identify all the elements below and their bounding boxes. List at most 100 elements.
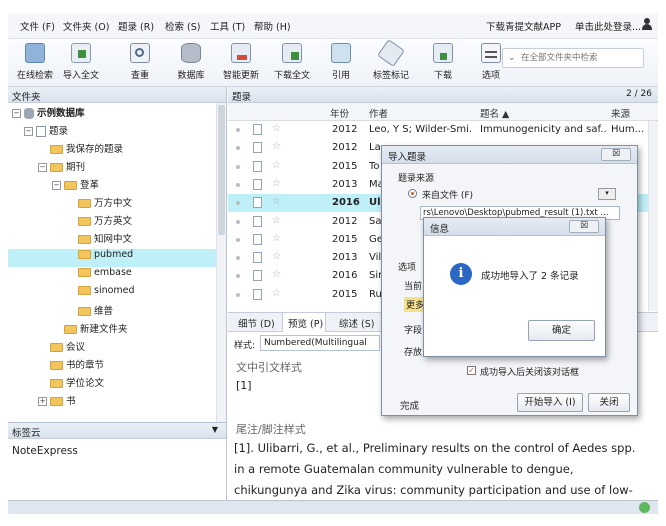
user-icon[interactable] <box>642 18 652 30</box>
table-row[interactable]: ☆ 2012 Leo, Y S; Wilder-Smi... Immunogenici… <box>228 121 648 139</box>
star-icon[interactable]: ☆ <box>272 233 281 244</box>
collapse-icon[interactable]: − <box>24 127 33 136</box>
tree-item-cnki[interactable]: 知网中文 <box>78 231 132 249</box>
tag-icon <box>377 39 405 67</box>
folder-icon <box>78 199 91 208</box>
info-icon: i <box>450 263 472 285</box>
tab-details[interactable]: 细节 (D) <box>238 316 275 330</box>
tree-item-saved-records[interactable]: 我保存的题录 <box>50 141 123 159</box>
start-import-button[interactable]: 开始导入 (I) <box>517 393 583 412</box>
dedupe-button[interactable]: 查重 <box>119 43 161 81</box>
column-title[interactable]: 题名 ▲ <box>480 106 509 120</box>
star-icon[interactable]: ☆ <box>272 251 281 262</box>
document-icon <box>253 288 262 300</box>
tree-item-new-folder[interactable]: 新建文件夹 <box>64 321 128 339</box>
tree-item-wanfang-cn[interactable]: 万方中文 <box>78 195 132 213</box>
from-file-radio[interactable] <box>408 189 417 198</box>
ok-button[interactable]: 确定 <box>528 320 595 341</box>
download-fulltext-button[interactable]: 下载全文 <box>271 43 313 81</box>
tree-item-thesis[interactable]: 学位论文 <box>50 375 104 393</box>
document-icon <box>253 197 262 209</box>
menu-tools[interactable]: 工具 (T) <box>210 19 245 33</box>
download-app-link[interactable]: 下载青提文献APP <box>486 19 561 33</box>
current-label: 当前 <box>404 282 423 292</box>
folder-icon <box>50 379 63 388</box>
tab-preview[interactable]: 预览 (P) <box>288 316 323 330</box>
import-dialog-title: 导入题录 ☒ <box>382 146 637 164</box>
style-select[interactable]: Numbered(Multilingual <box>260 335 380 351</box>
tree-item-vip[interactable]: 维普 <box>78 303 113 321</box>
cite-icon <box>331 43 351 63</box>
column-year[interactable]: 年份 <box>330 106 349 120</box>
unread-dot-icon <box>236 219 240 224</box>
tree-item-pubmed[interactable]: pubmed <box>78 249 133 267</box>
star-icon[interactable]: ☆ <box>272 178 281 189</box>
close-after-import-checkbox[interactable]: ✓ <box>467 366 476 375</box>
star-icon[interactable]: ☆ <box>272 123 281 134</box>
folder-icon <box>78 217 91 226</box>
tag-mark-button[interactable]: 标签标记 <box>370 39 412 81</box>
collapse-icon[interactable]: − <box>38 163 47 172</box>
expand-icon[interactable]: + <box>38 397 47 406</box>
style-label: 样式: <box>234 341 256 351</box>
tab-review[interactable]: 综述 (S) <box>339 316 374 330</box>
row-year: 2013 <box>332 178 358 190</box>
star-icon[interactable]: ☆ <box>272 215 281 226</box>
column-author[interactable]: 作者 <box>369 106 388 120</box>
menu-file[interactable]: 文件 (F) <box>20 19 55 33</box>
tree-item-database[interactable]: − 示例数据库 <box>12 105 85 123</box>
close-icon[interactable]: ☒ <box>569 220 599 233</box>
folder-scrollbar[interactable] <box>216 103 226 422</box>
search-input[interactable] <box>521 50 641 66</box>
star-icon[interactable]: ☆ <box>272 288 281 299</box>
scroll-thumb[interactable] <box>218 105 225 235</box>
document-icon <box>253 160 262 172</box>
folder-icon <box>50 397 63 406</box>
chevron-down-icon[interactable]: ⌄ <box>508 53 516 63</box>
tree-item-book[interactable]: + 书 <box>38 393 76 411</box>
column-source[interactable]: 来源 <box>611 106 630 120</box>
close-after-import-label: 成功导入后关闭该对话框 <box>480 368 580 378</box>
records-scrollbar[interactable] <box>648 121 658 311</box>
intext-style-heading: 文中引文样式 <box>236 361 302 374</box>
search-box[interactable]: ⌄ <box>502 48 644 68</box>
tag-cloud-item[interactable]: NoteExpress <box>8 439 226 463</box>
star-icon[interactable]: ☆ <box>272 196 281 207</box>
document-icon <box>253 215 262 227</box>
online-search-button[interactable]: 在线检索 <box>14 43 56 81</box>
document-icon <box>253 270 262 282</box>
collapse-icon[interactable]: − <box>52 181 61 190</box>
smart-update-button[interactable]: 智能更新 <box>220 43 262 81</box>
database-button[interactable]: 数据库 <box>170 43 212 81</box>
dropdown-arrow-icon[interactable]: ▼ <box>212 425 218 434</box>
menu-help[interactable]: 帮助 (H) <box>254 19 291 33</box>
close-icon[interactable]: ☒ <box>601 148 631 161</box>
menu-search[interactable]: 检索 (S) <box>165 19 200 33</box>
tree-item-conference[interactable]: 会议 <box>50 339 85 357</box>
browse-file-button[interactable]: ▾ <box>598 188 616 200</box>
tree-item-sinomed[interactable]: sinomed <box>78 285 135 303</box>
tree-item-dengue[interactable]: − 登革 <box>52 177 99 195</box>
row-year: 2016 <box>332 197 360 209</box>
import-fulltext-button[interactable]: 导入全文 <box>60 43 102 81</box>
menu-record[interactable]: 题录 (R) <box>118 19 154 33</box>
magnifier-icon <box>130 43 150 63</box>
tree-item-journal[interactable]: − 期刊 <box>38 159 85 177</box>
tag-cloud-pane: 标签云 ▼ NoteExpress <box>8 422 227 500</box>
collapse-icon[interactable]: − <box>12 109 21 118</box>
tree-item-embase[interactable]: embase <box>78 267 132 285</box>
star-icon[interactable]: ☆ <box>272 141 281 152</box>
tree-item-records[interactable]: − 题录 <box>24 123 68 141</box>
download-button[interactable]: 下载 <box>422 43 464 81</box>
star-icon[interactable]: ☆ <box>272 269 281 280</box>
star-icon[interactable]: ☆ <box>272 160 281 171</box>
tree-item-book-chapter[interactable]: 书的章节 <box>50 357 104 375</box>
records-header: 题录 2 / 26 <box>228 87 658 103</box>
tree-item-wanfang-en[interactable]: 万方英文 <box>78 213 132 231</box>
close-button[interactable]: 关闭 <box>588 393 630 412</box>
menu-folder[interactable]: 文件夹 (O) <box>63 19 109 33</box>
login-link[interactable]: 单击此处登录... <box>575 19 641 33</box>
cite-button[interactable]: 引用 <box>320 43 362 81</box>
folder-icon <box>78 250 91 259</box>
source-group-label: 题录来源 <box>398 174 435 184</box>
